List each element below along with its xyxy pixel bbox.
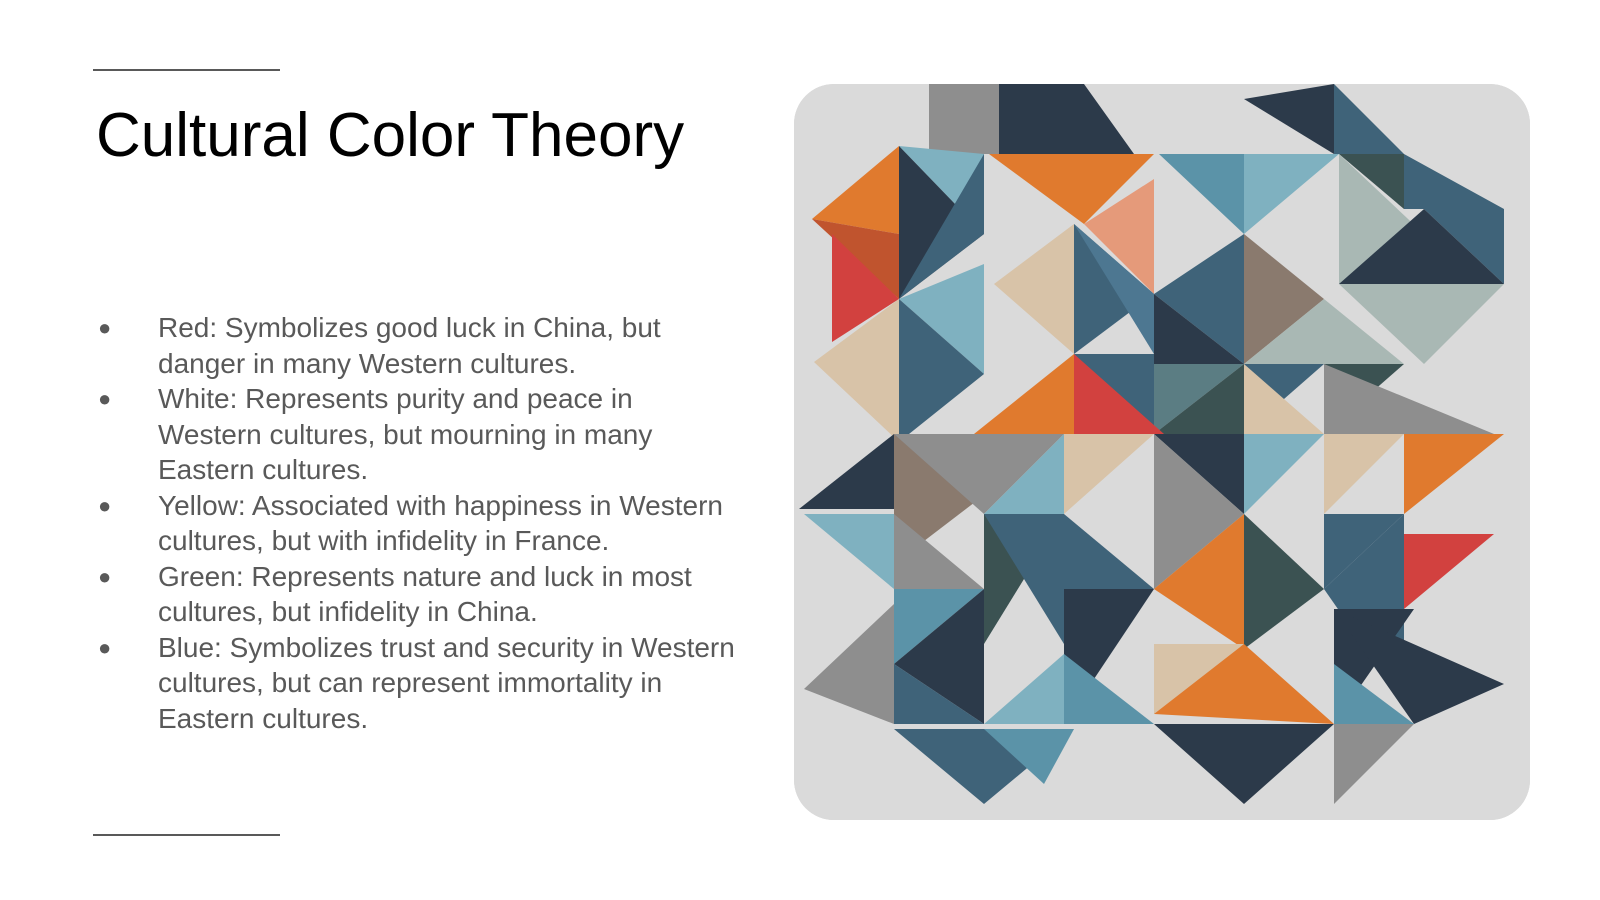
fabric-mosaic-svg <box>794 84 1530 820</box>
bullet-text: Red: Symbolizes good luck in China, but … <box>158 312 661 379</box>
fabric-mosaic-image <box>794 84 1530 820</box>
bullet-item-green: ● Green: Represents nature and luck in mo… <box>96 559 736 630</box>
bullet-icon: ● <box>98 315 112 340</box>
bullet-item-white: ● White: Represents purity and peace in W… <box>96 381 736 488</box>
bullet-text: Yellow: Associated with happiness in Wes… <box>158 489 723 557</box>
bullet-list: ● Red: Symbolizes good luck in China, but… <box>96 310 736 736</box>
bottom-divider <box>93 834 280 836</box>
bullet-item-blue: ● Blue: Symbolizes trust and security in … <box>96 630 736 737</box>
bullet-icon: ● <box>98 492 112 518</box>
top-divider <box>93 69 280 71</box>
bullet-icon: ● <box>98 386 112 411</box>
bullet-icon: ● <box>98 634 112 660</box>
slide-title: Cultural Color Theory <box>96 101 685 170</box>
bullet-icon: ● <box>98 563 112 589</box>
bullet-text: Green: Represents nature and luck in mos… <box>158 560 692 628</box>
bullet-item-red: ● Red: Symbolizes good luck in China, but… <box>96 310 736 381</box>
bullet-text: White: Represents purity and peace in We… <box>158 383 653 485</box>
bullet-text: Blue: Symbolizes trust and security in W… <box>158 631 735 734</box>
bullet-item-yellow: ● Yellow: Associated with happiness in We… <box>96 488 736 559</box>
